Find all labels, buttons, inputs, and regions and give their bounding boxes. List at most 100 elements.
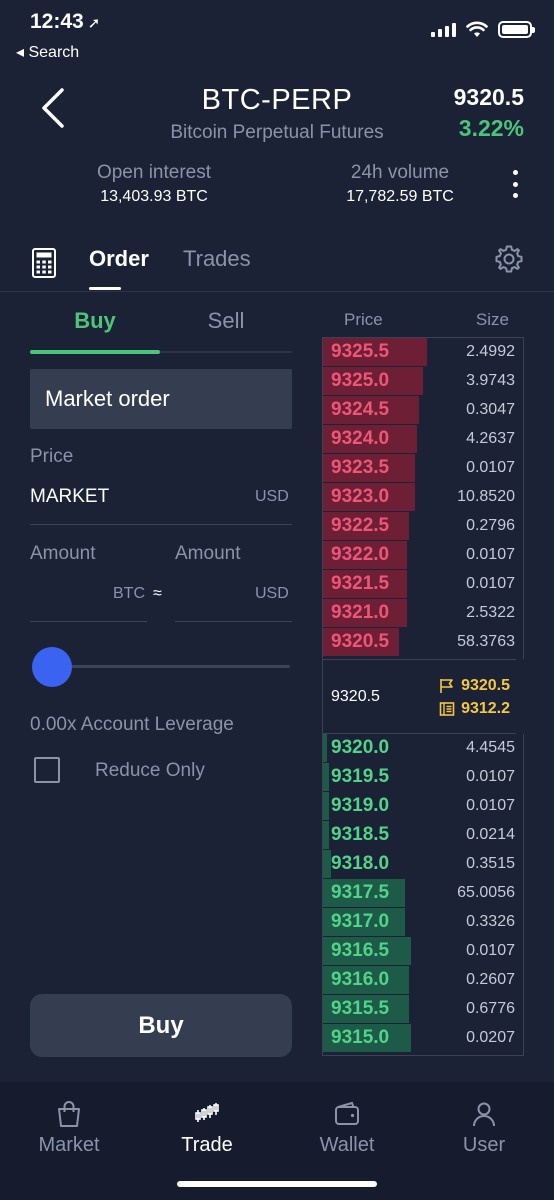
bid-size: 4.4545	[466, 739, 515, 756]
index-price: 9312.2	[461, 700, 510, 717]
ask-size: 0.0107	[466, 459, 515, 476]
orderbook-size-header: Size	[475, 310, 509, 329]
bid-size: 0.3515	[466, 855, 515, 872]
status-time: 12:43	[30, 10, 84, 33]
home-indicator	[177, 1181, 377, 1187]
tab-order[interactable]: Order	[89, 246, 149, 272]
price-input[interactable]: MARKET	[30, 486, 109, 508]
bid-size: 0.6776	[466, 1000, 515, 1017]
orderbook-mid: 9320.5 9320.5 9312.2	[322, 659, 516, 734]
ask-size: 4.2637	[466, 430, 515, 447]
bid-row[interactable]: 9317.5 65.0056	[323, 879, 523, 908]
ask-price: 9322.0	[331, 544, 390, 565]
bid-size: 0.0207	[466, 1029, 515, 1046]
bid-price: 9315.5	[331, 998, 390, 1019]
amount-btc-label: Amount	[30, 543, 96, 564]
back-to-search-link[interactable]: ◂ Search	[16, 42, 79, 62]
bid-depth-bar	[323, 821, 329, 849]
bid-row[interactable]: 9319.5 0.0107	[323, 763, 523, 792]
bid-row[interactable]: 9317.0 0.3326	[323, 908, 523, 937]
nav-trade-label: Trade	[181, 1134, 233, 1156]
ask-size: 3.9743	[466, 372, 515, 389]
buy-submit-button[interactable]: Buy	[30, 994, 292, 1057]
bid-price: 9319.0	[331, 795, 390, 816]
order-type-selector[interactable]: Market order	[30, 369, 292, 429]
nav-trade[interactable]: Trade	[152, 1100, 262, 1157]
amount-usd-label: Amount	[175, 543, 241, 564]
bid-price: 9320.0	[331, 737, 390, 758]
ask-price: 9324.0	[331, 428, 390, 449]
nav-user[interactable]: User	[429, 1100, 539, 1157]
status-bar: 12:43 ➚ ◂ Search	[0, 0, 554, 70]
leverage-slider-track[interactable]	[50, 665, 290, 668]
bid-price: 9315.0	[331, 1027, 390, 1048]
nav-market-label: Market	[38, 1134, 100, 1156]
last-price: 9320.5	[453, 84, 524, 110]
gear-icon[interactable]	[494, 244, 524, 274]
amount-usd-input[interactable]	[175, 621, 292, 622]
bid-depth-bar	[323, 850, 331, 878]
bid-price: 9317.0	[331, 911, 390, 932]
ask-price: 9321.5	[331, 573, 390, 594]
wallet-icon	[335, 1101, 359, 1125]
bid-row[interactable]: 9316.0 0.2607	[323, 966, 523, 995]
bid-row[interactable]: 9320.0 4.4545	[323, 734, 523, 763]
reduce-only-checkbox[interactable]	[34, 757, 60, 783]
ask-row[interactable]: 9322.0 0.0107	[323, 541, 523, 570]
buy-side-tab[interactable]: Buy	[30, 308, 160, 334]
amount-btc-input[interactable]	[30, 621, 147, 622]
ask-row[interactable]: 9324.0 4.2637	[323, 425, 523, 454]
ask-row[interactable]: 9321.5 0.0107	[323, 570, 523, 599]
orderbook-price-header: Price	[344, 310, 383, 329]
bid-price: 9319.5	[331, 766, 390, 787]
ask-row[interactable]: 9323.0 10.8520	[323, 483, 523, 512]
bid-size: 65.0056	[457, 884, 515, 901]
calculator-icon[interactable]	[32, 248, 56, 278]
bid-price: 9318.0	[331, 853, 390, 874]
cellular-signal-icon	[431, 21, 456, 37]
ask-size: 58.3763	[457, 633, 515, 650]
ask-row[interactable]: 9320.5 58.3763	[323, 628, 523, 657]
price-change-percent: 3.22%	[458, 115, 524, 141]
mid-price: 9320.5	[331, 688, 380, 705]
active-side-indicator	[30, 350, 160, 354]
bid-price: 9316.5	[331, 940, 390, 961]
bid-row[interactable]: 9319.0 0.0107	[323, 792, 523, 821]
volume-stat: 24h volume 17,782.59 BTC	[330, 162, 470, 206]
ask-size: 0.0107	[466, 575, 515, 592]
leverage-slider-knob[interactable]	[32, 647, 72, 687]
bid-size: 0.0107	[466, 942, 515, 959]
bid-row[interactable]: 9315.0 0.0207	[323, 1024, 523, 1053]
price-unit: USD	[255, 488, 289, 505]
volume-label: 24h volume	[350, 162, 450, 183]
ask-row[interactable]: 9321.0 2.5322	[323, 599, 523, 628]
ask-size: 0.3047	[466, 401, 515, 418]
ask-row[interactable]: 9325.5 2.4992	[323, 338, 523, 367]
bid-price: 9316.0	[331, 969, 390, 990]
nav-market[interactable]: Market	[14, 1100, 124, 1157]
bid-row[interactable]: 9318.0 0.3515	[323, 850, 523, 879]
more-options-icon[interactable]	[510, 170, 520, 198]
price-underline	[30, 524, 292, 525]
tab-trades[interactable]: Trades	[183, 246, 251, 272]
market-header: BTC-PERP Bitcoin Perpetual Futures 9320.…	[0, 70, 554, 220]
nav-wallet[interactable]: Wallet	[292, 1100, 402, 1157]
ask-size: 2.4992	[466, 343, 515, 360]
candlestick-chart-icon	[195, 1103, 219, 1122]
reduce-only-label: Reduce Only	[95, 760, 205, 781]
ask-row[interactable]: 9324.5 0.3047	[323, 396, 523, 425]
location-arrow-icon: ➚	[87, 15, 101, 32]
bid-row[interactable]: 9318.5 0.0214	[323, 821, 523, 850]
ask-price: 9323.5	[331, 457, 390, 478]
bid-price: 9317.5	[331, 882, 390, 903]
price-label: Price	[30, 446, 74, 467]
ask-row[interactable]: 9322.5 0.2796	[323, 512, 523, 541]
ask-row[interactable]: 9323.5 0.0107	[323, 454, 523, 483]
ask-price: 9325.0	[331, 370, 390, 391]
bid-row[interactable]: 9315.5 0.6776	[323, 995, 523, 1024]
bid-row[interactable]: 9316.5 0.0107	[323, 937, 523, 966]
sell-side-tab[interactable]: Sell	[161, 308, 291, 334]
ask-row[interactable]: 9325.0 3.9743	[323, 367, 523, 396]
nav-wallet-label: Wallet	[319, 1134, 375, 1156]
open-interest-value: 13,403.93 BTC	[100, 188, 208, 205]
